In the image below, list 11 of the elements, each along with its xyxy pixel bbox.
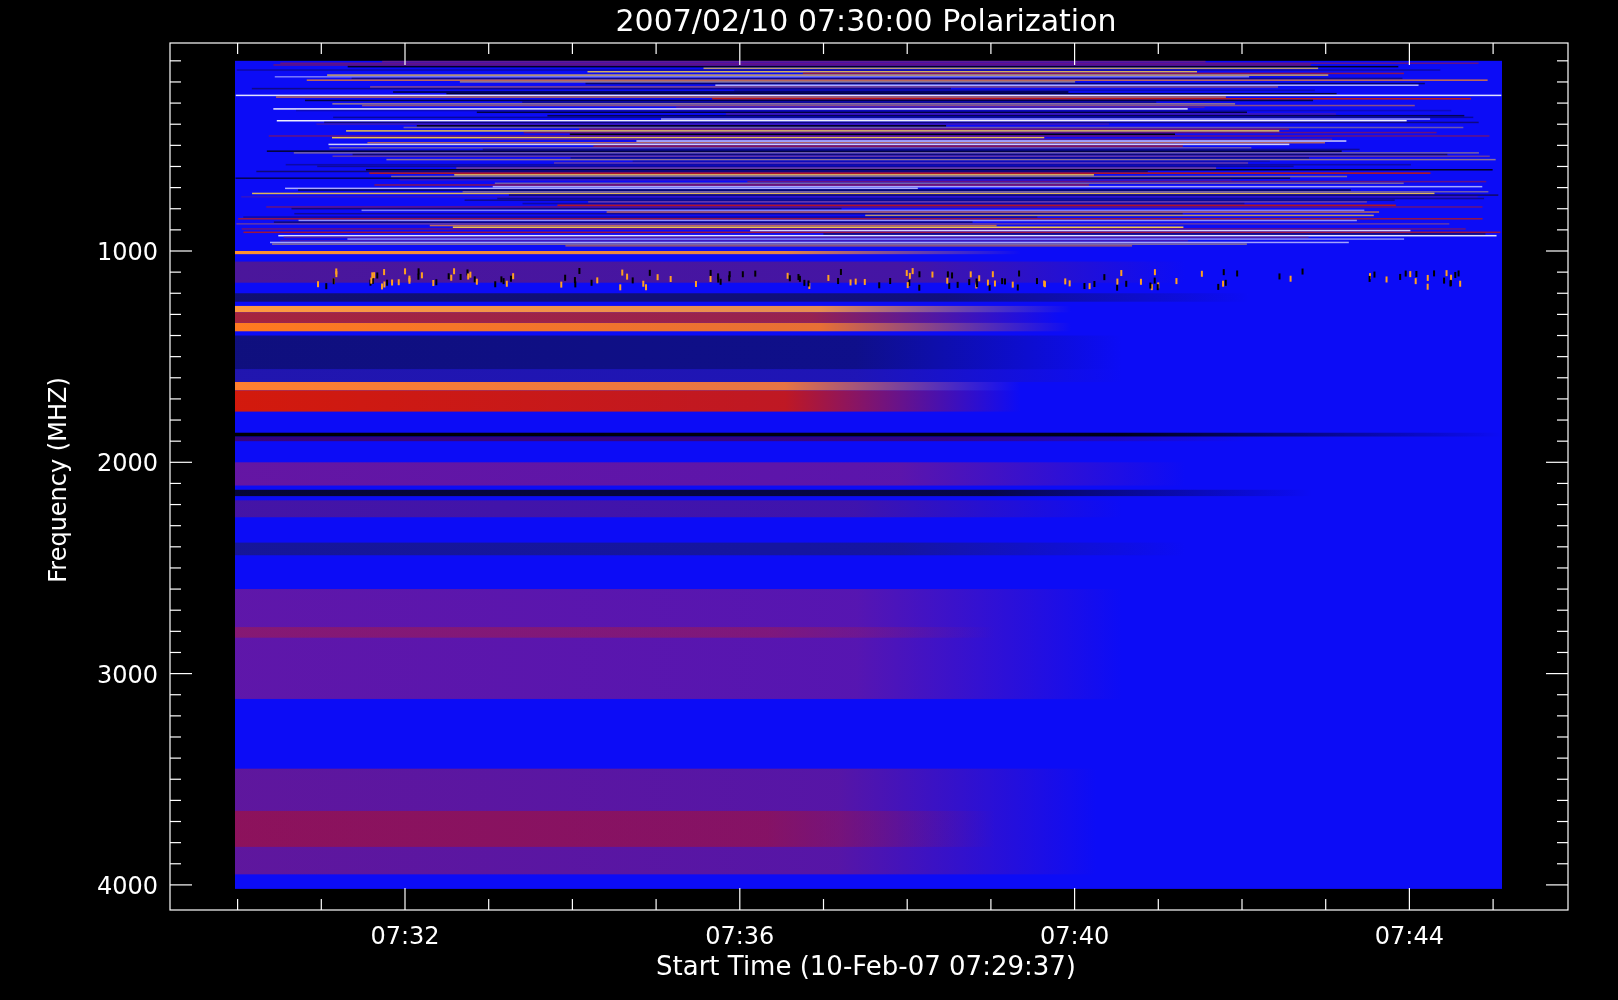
x-tick-label: 07:32 <box>370 922 440 950</box>
y-tick-label: 2000 <box>96 449 158 478</box>
x-axis-title: Start Time (10-Feb-07 07:29:37) <box>656 951 1076 981</box>
y-tick-label: 1000 <box>96 238 158 266</box>
x-tick-label: 07:44 <box>1374 922 1444 950</box>
y-tick-label: 3000 <box>96 660 158 689</box>
y-tick-label: 4000 <box>96 871 158 900</box>
x-tick-label: 07:40 <box>1040 922 1110 950</box>
x-tick-label: 07:36 <box>705 922 775 950</box>
plot-title: 2007/02/10 07:30:00 Polarization <box>615 3 1117 38</box>
y-axis-title: Frequency (MHZ) <box>44 377 72 583</box>
